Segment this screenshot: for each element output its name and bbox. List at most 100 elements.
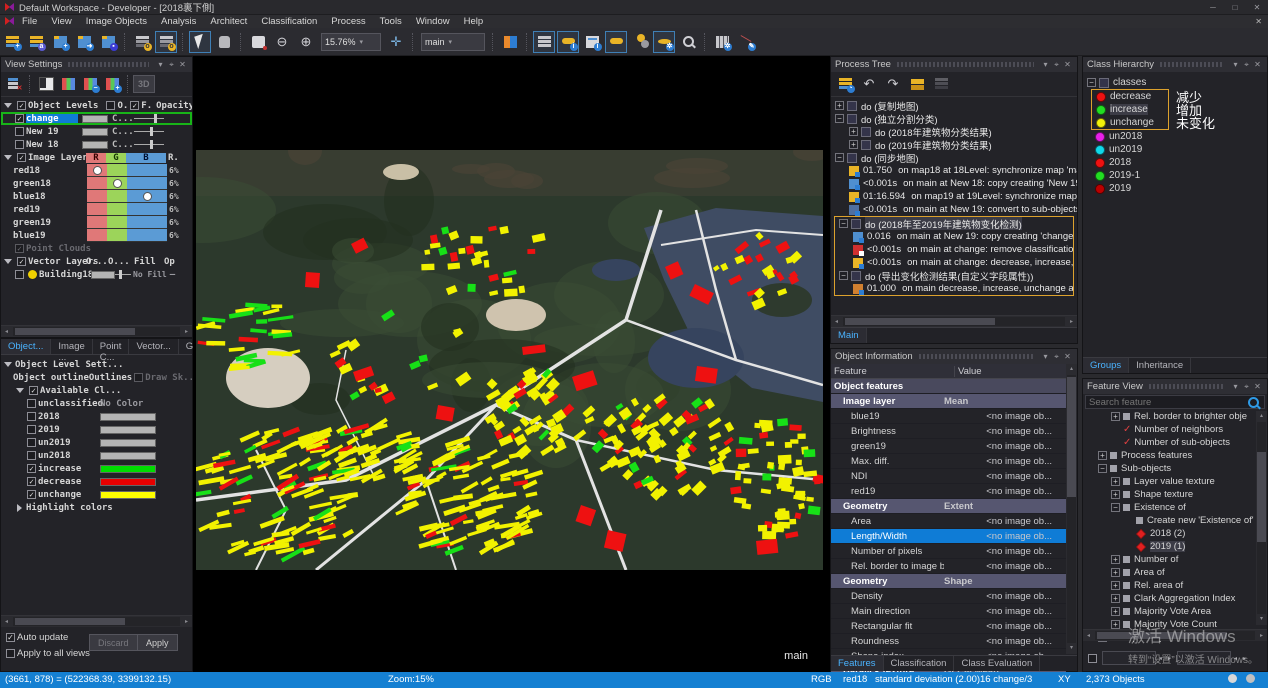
zoom-out-icon[interactable]: ⊖ <box>271 31 293 53</box>
class-item-decrease[interactable]: decrease减少 <box>1092 90 1168 103</box>
discard-button[interactable]: Discard <box>89 634 138 651</box>
open-workspace-icon[interactable]: ➜ <box>73 31 95 53</box>
expand-icon[interactable]: + <box>1098 451 1107 460</box>
process-row[interactable]: <0.001son main at change: decrease, incr… <box>835 256 1073 269</box>
panel-pin-icon[interactable]: ⌖ <box>1241 382 1252 392</box>
select-cursor-icon[interactable] <box>189 31 211 53</box>
class-checkbox[interactable] <box>27 399 36 408</box>
object-info-row[interactable]: Main direction<no image ob... <box>831 604 1066 619</box>
object-info-row[interactable]: Rel. border to image border<no image ob.… <box>831 559 1066 574</box>
feature-row[interactable]: +Majority Vote Area <box>1083 605 1267 618</box>
search-icon[interactable] <box>1248 397 1259 408</box>
feature-row[interactable]: +Rel. border to brighter obje <box>1083 410 1267 423</box>
class-checkbox[interactable]: ✓ <box>27 490 36 499</box>
process-row[interactable]: +do (2019年建筑物分类结果) <box>831 138 1077 151</box>
image-layers-checkbox[interactable]: ✓ <box>17 153 26 162</box>
process-row[interactable]: +do (复制地图) <box>831 99 1077 112</box>
feature-row[interactable]: +Rel. area of <box>1083 579 1267 592</box>
panel-menu-icon[interactable]: ▾ <box>1230 382 1241 391</box>
image-layers-header[interactable]: ✓Image LayersRGBR. <box>1 151 192 164</box>
class-row-unchange[interactable]: ✓unchange <box>1 488 192 501</box>
object-info-row[interactable]: Brightness<no image ob... <box>831 424 1066 439</box>
auto-update-checkbox[interactable]: ✓ <box>6 633 15 642</box>
panel-menu-icon[interactable]: ▾ <box>155 60 166 69</box>
object-levels-checkbox[interactable]: ✓ <box>17 101 26 110</box>
view-layer-mode-icon[interactable] <box>533 31 555 53</box>
panel-close-icon[interactable]: ✕ <box>177 60 188 69</box>
view-object-info-icon[interactable]: i <box>581 31 603 53</box>
level-row-New-18[interactable]: New 18C... <box>1 138 192 151</box>
process-options-icon[interactable] <box>930 73 952 95</box>
prev-layer-icon[interactable]: − <box>80 74 100 94</box>
undo-icon[interactable]: ↶ <box>858 73 880 95</box>
close-button[interactable]: ✕ <box>1246 1 1268 14</box>
expand-icon[interactable]: + <box>1111 412 1120 421</box>
process-row[interactable]: −do (2018年至2019年建筑物变化检测) <box>835 217 1073 230</box>
next-layer-icon[interactable]: + <box>102 74 122 94</box>
tab-features[interactable]: Features <box>831 656 884 671</box>
class-row-2019[interactable]: 2019 <box>1 423 192 436</box>
pan-crosshair-icon[interactable]: ✛ <box>385 31 407 53</box>
class-item-unchange[interactable]: unchange未变化 <box>1092 116 1168 129</box>
max-left-arrow-icon[interactable]: ◂ <box>1231 655 1240 662</box>
menu-item-classification[interactable]: Classification <box>254 16 324 27</box>
menu-item-process[interactable]: Process <box>324 16 372 27</box>
vector-layers-header[interactable]: ✓Vector LayersO...O...FillOp <box>1 255 192 268</box>
object-info-row[interactable]: Density<no image ob... <box>831 589 1066 604</box>
menu-item-analysis[interactable]: Analysis <box>154 16 203 27</box>
highlight-colors-row[interactable]: Highlight colors <box>1 501 192 514</box>
level-row-change[interactable]: ✓changeC... <box>1 112 192 125</box>
menu-item-help[interactable]: Help <box>457 16 491 27</box>
class-checkbox[interactable] <box>27 451 36 460</box>
menu-item-image-objects[interactable]: Image Objects <box>79 16 154 27</box>
tab-class-evaluation[interactable]: Class Evaluation <box>954 656 1040 671</box>
class-row-2018[interactable]: 2018 <box>1 410 192 423</box>
rgb-layer-view-icon[interactable] <box>58 74 78 94</box>
feature-view-vscrollbar[interactable]: ▴ ▾ <box>1256 411 1267 625</box>
process-row[interactable]: −do (独立分割分类) <box>831 112 1077 125</box>
satellite-map-canvas[interactable] <box>196 150 823 570</box>
feature-search-input[interactable] <box>1085 395 1265 409</box>
process-row[interactable]: 01:16.594on map19 at 19Level: synchroniz… <box>831 190 1077 203</box>
class-item-2019[interactable]: 2019 <box>1083 182 1267 195</box>
object-info-row[interactable]: red19<no image ob... <box>831 484 1066 499</box>
process-row[interactable]: 0.016on main at New 19: copy creating 'c… <box>835 230 1073 243</box>
feature-row[interactable]: ✓Number of neighbors <box>1083 423 1267 436</box>
image-object-grid-icon[interactable]: ✲ <box>711 31 733 53</box>
panel-menu-icon[interactable]: ▾ <box>1230 60 1241 69</box>
object-info-row[interactable]: Length/Width<no image ob... <box>831 529 1066 544</box>
outline-col-checkbox[interactable] <box>106 101 115 110</box>
object-levels-header[interactable]: ✓Object LevelsO.✓F.Opacity <box>1 99 192 112</box>
expand-icon[interactable]: + <box>1111 620 1120 629</box>
expand-icon[interactable]: + <box>1111 607 1120 616</box>
class-checkbox[interactable]: ✓ <box>27 477 36 486</box>
available-classes-row[interactable]: ✓Available Cl... <box>1 384 192 397</box>
collapse-icon[interactable]: − <box>839 219 848 228</box>
process-tree-hscrollbar[interactable]: ◂▸ <box>831 315 1077 327</box>
process-row[interactable]: 01.750on map18 at 18Level: synchronize m… <box>831 164 1077 177</box>
object-info-row[interactable]: Image layerMean <box>831 394 1066 409</box>
expand-icon[interactable]: + <box>849 140 858 149</box>
feature-range-checkbox[interactable] <box>1088 654 1097 663</box>
max-right-arrow-icon[interactable]: ▸ <box>1240 655 1249 662</box>
expand-icon[interactable]: + <box>1111 477 1120 486</box>
expand-icon[interactable]: + <box>849 127 858 136</box>
class-row-unclassified[interactable]: unclassifiedNo Color <box>1 397 192 410</box>
vector-layers-checkbox[interactable]: ✓ <box>17 257 26 266</box>
collapse-icon[interactable]: − <box>1098 464 1107 473</box>
panel-pin-icon[interactable]: ⌖ <box>1241 60 1252 70</box>
zoom-in-icon[interactable]: ⊕ <box>295 31 317 53</box>
new-project-icon[interactable]: + <box>1 31 23 53</box>
class-row-un2019[interactable]: un2019 <box>1 436 192 449</box>
map-view-combobox[interactable]: main▾ <box>421 33 485 51</box>
feature-row[interactable]: +Clark Aggregation Index <box>1083 592 1267 605</box>
panel-pin-icon[interactable]: ⌖ <box>1051 352 1062 362</box>
tab-main[interactable]: Main <box>831 328 867 343</box>
class-row-increase[interactable]: ✓increase <box>1 462 192 475</box>
view-samples-icon[interactable] <box>629 31 651 53</box>
vector-layer-checkbox[interactable] <box>15 270 24 279</box>
feature-row[interactable]: 2018 (2) <box>1083 527 1267 540</box>
restore-button[interactable]: □ <box>1224 1 1246 14</box>
menu-item-file[interactable]: File <box>15 16 44 27</box>
object-info-row[interactable]: Rectangular fit<no image ob... <box>831 619 1066 634</box>
